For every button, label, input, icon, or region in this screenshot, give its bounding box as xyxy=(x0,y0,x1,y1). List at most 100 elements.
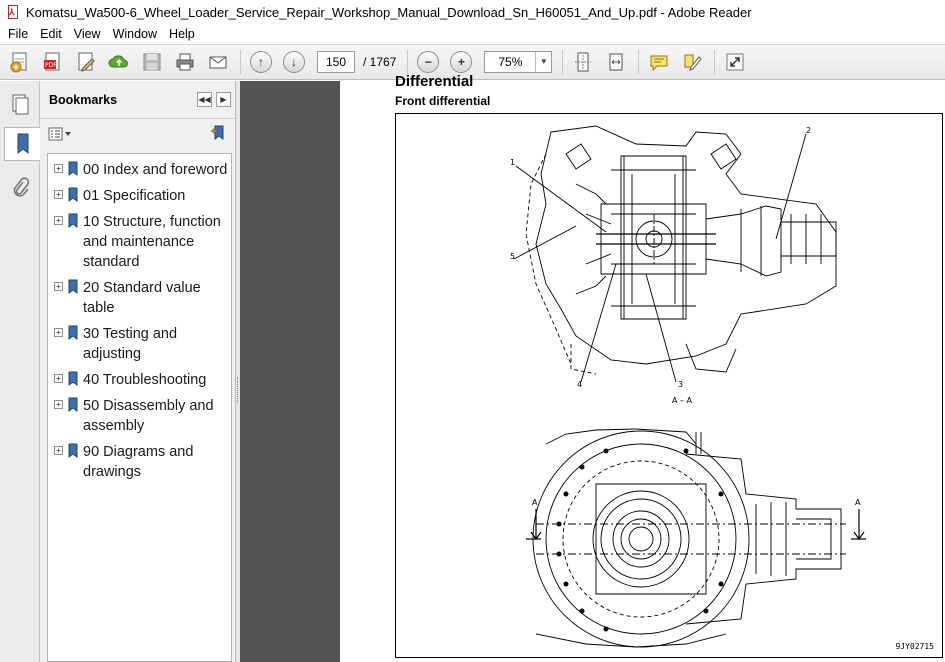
technical-drawing xyxy=(513,125,866,648)
callout-1: 1 xyxy=(510,158,516,167)
expand-plus-icon[interactable]: + xyxy=(54,282,63,291)
bookmark-item[interactable]: +50 Disassembly and assembly xyxy=(48,394,231,440)
fit-page-icon xyxy=(575,52,592,72)
callout-5: 5 xyxy=(510,252,516,261)
bookmark-label: 00 Index and foreword xyxy=(83,162,228,178)
adobe-reader-app-icon: ⅄ xyxy=(6,5,20,19)
new-bookmark-icon xyxy=(211,125,224,140)
panel-arrow-button[interactable]: ▶ xyxy=(216,92,231,107)
toolbar-separator xyxy=(407,50,409,74)
section-marker-right: A xyxy=(855,498,861,507)
bookmark-icon xyxy=(68,187,78,202)
bookmark-icon xyxy=(68,443,78,458)
comment-icon xyxy=(650,55,668,72)
print-icon xyxy=(176,53,194,71)
highlight-button[interactable] xyxy=(678,48,706,76)
options-list-icon xyxy=(48,127,71,141)
menu-edit[interactable]: Edit xyxy=(34,24,68,44)
expand-plus-icon[interactable]: + xyxy=(54,400,63,409)
previous-page-button[interactable]: ↑ xyxy=(247,48,275,76)
bookmarks-panel: Bookmarks ◀◀ ▶ +00 Index and foreword +01… xyxy=(40,81,236,662)
bookmarks-header: Bookmarks ◀◀ ▶ xyxy=(40,81,235,119)
page-total-label: / 1767 xyxy=(363,55,397,69)
save-button[interactable] xyxy=(138,48,166,76)
upload-cloud-icon xyxy=(108,55,128,68)
zoom-in-button[interactable]: + xyxy=(447,48,475,76)
zoom-in-icon: + xyxy=(450,51,473,73)
page-thumbnails-button[interactable] xyxy=(4,87,35,121)
zoom-out-icon: − xyxy=(417,51,440,73)
callout-4: 4 xyxy=(577,380,583,389)
next-page-button[interactable]: ↓ xyxy=(280,48,308,76)
bookmark-label: 90 Diagrams and drawings xyxy=(83,444,194,480)
comment-button[interactable] xyxy=(645,48,673,76)
zoom-out-button[interactable]: − xyxy=(414,48,442,76)
bookmark-item[interactable]: +10 Structure, function and maintenance … xyxy=(48,210,231,276)
bookmark-item[interactable]: +00 Index and foreword xyxy=(48,158,231,184)
double-chevron-left-icon: ◀◀ xyxy=(198,95,211,104)
svg-text:PDF: PDF xyxy=(45,62,57,69)
edit-pdf-icon xyxy=(78,52,95,72)
page-thumbnails-icon xyxy=(12,94,28,115)
document-area[interactable]: Differential Front differential 1 2 3 4 … xyxy=(240,73,945,662)
new-bookmark-button[interactable] xyxy=(209,124,227,145)
bookmarks-tree: +00 Index and foreword +01 Specification +… xyxy=(47,153,232,662)
section-label: A – A xyxy=(672,396,693,405)
bookmark-item[interactable]: +30 Testing and adjusting xyxy=(48,322,231,368)
create-pdf-icon xyxy=(10,52,27,73)
bookmark-icon xyxy=(68,161,78,176)
menu-help[interactable]: Help xyxy=(163,24,201,44)
print-button[interactable] xyxy=(171,48,199,76)
menu-view[interactable]: View xyxy=(68,24,107,44)
fit-width-button[interactable] xyxy=(602,48,630,76)
bookmark-label: 20 Standard value table xyxy=(83,280,201,316)
page-number-input[interactable] xyxy=(317,51,355,73)
zoom-select[interactable]: 75% ▼ xyxy=(484,51,553,73)
next-page-icon: ↓ xyxy=(283,51,305,73)
bookmark-item[interactable]: +90 Diagrams and drawings xyxy=(48,440,231,486)
previous-page-icon: ↑ xyxy=(250,51,272,73)
bookmark-item[interactable]: +20 Standard value table xyxy=(48,276,231,322)
expand-plus-icon[interactable]: + xyxy=(54,446,63,455)
save-icon xyxy=(143,53,161,71)
expand-button[interactable] xyxy=(721,48,749,76)
edit-pdf-button[interactable] xyxy=(72,48,100,76)
bookmark-item[interactable]: +40 Troubleshooting xyxy=(48,368,231,394)
bookmark-icon xyxy=(68,325,78,340)
fit-page-button[interactable] xyxy=(569,48,597,76)
paperclip-icon xyxy=(13,177,29,197)
highlight-icon xyxy=(684,54,703,71)
callout-2: 2 xyxy=(806,126,812,135)
email-icon xyxy=(209,56,227,69)
fit-width-icon xyxy=(609,53,623,71)
expand-plus-icon[interactable]: + xyxy=(54,164,63,173)
export-pdf-icon: PDF xyxy=(44,52,60,71)
export-pdf-button[interactable]: PDF xyxy=(39,48,67,76)
zoom-value: 75% xyxy=(498,55,523,69)
triangle-right-icon: ▶ xyxy=(220,95,227,104)
menu-file[interactable]: File xyxy=(2,24,34,44)
bookmark-icon xyxy=(68,397,78,412)
bookmark-icon xyxy=(68,279,78,294)
title-bar: ⅄ Komatsu_Wa500-6_Wheel_Loader_Service_R… xyxy=(0,0,945,24)
attachments-button[interactable] xyxy=(4,171,35,205)
bookmark-item[interactable]: +01 Specification xyxy=(48,184,231,210)
bookmark-ribbon-icon xyxy=(17,133,29,155)
expand-plus-icon[interactable]: + xyxy=(54,190,63,199)
bookmark-label: 40 Troubleshooting xyxy=(83,372,207,388)
expand-plus-icon[interactable]: + xyxy=(54,216,63,225)
expand-plus-icon[interactable]: + xyxy=(54,328,63,337)
email-button[interactable] xyxy=(204,48,232,76)
pdf-page: Differential Front differential 1 2 3 4 … xyxy=(340,73,945,662)
bookmark-label: 50 Disassembly and assembly xyxy=(83,398,214,434)
menu-window[interactable]: Window xyxy=(107,24,163,44)
chevron-down-icon: ▼ xyxy=(535,52,551,72)
create-pdf-button[interactable] xyxy=(6,48,34,76)
section-heading: Differential xyxy=(395,73,474,90)
bookmark-label: 10 Structure, function and maintenance s… xyxy=(83,214,221,270)
expand-plus-icon[interactable]: + xyxy=(54,374,63,383)
options-menu-button[interactable] xyxy=(48,127,74,141)
collapse-panel-button[interactable]: ◀◀ xyxy=(197,92,212,107)
upload-cloud-button[interactable] xyxy=(105,48,133,76)
bookmarks-panel-button[interactable] xyxy=(4,127,41,161)
